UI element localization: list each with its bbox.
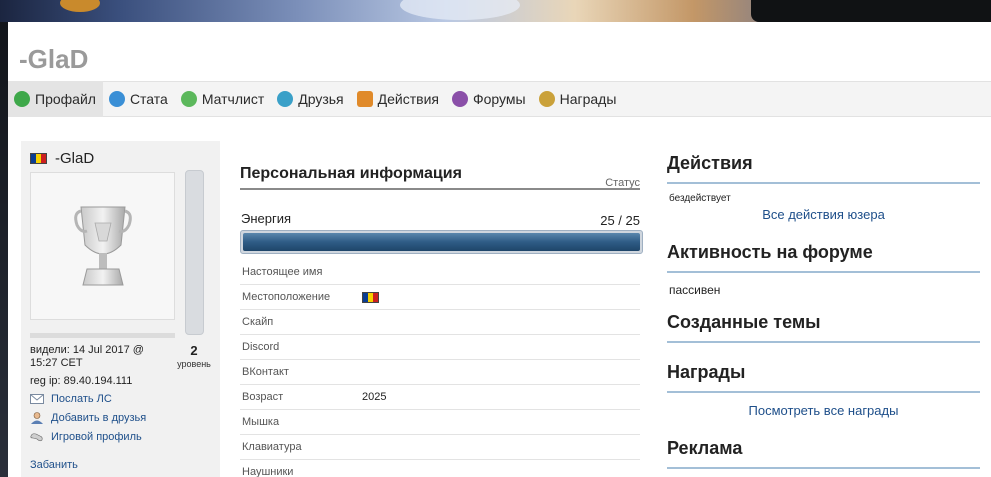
info-row-headphones: Наушники	[240, 460, 640, 477]
profile-icon	[14, 91, 30, 107]
tab-label: Профайл	[35, 91, 96, 107]
energy-bar-fill	[243, 233, 640, 251]
all-actions-link[interactable]: Все действия юзера	[667, 207, 980, 222]
last-seen: видели: 14 Jul 2017 @ 15:27 CET	[30, 344, 144, 369]
tab-actions[interactable]: Действия	[351, 81, 446, 117]
avatar-divider	[30, 333, 175, 338]
tab-label: Форумы	[472, 91, 526, 107]
page-title: -GlaD	[19, 44, 89, 74]
link-label: Добавить в друзья	[51, 412, 147, 424]
user-panel: -GlaD видели: 14 Jul 2017 @ 15:27 CET 2 …	[21, 141, 220, 477]
actions-section: Действия	[667, 153, 980, 184]
energy-value: 25 / 25	[600, 213, 640, 228]
stats-icon	[108, 91, 125, 107]
energy-bar	[240, 230, 643, 254]
info-key: Местоположение	[242, 291, 331, 303]
section-divider	[667, 341, 980, 343]
energy-label: Энергия	[241, 211, 292, 226]
info-row-keyboard: Клавиатура	[240, 435, 640, 460]
flag-icon	[362, 291, 379, 303]
info-row-discord: Discord	[240, 335, 640, 360]
section-title: Реклама	[667, 438, 743, 458]
info-row-real-name: Настоящее имя	[240, 260, 640, 285]
info-key: Возраст	[242, 391, 284, 403]
banner-art	[60, 0, 100, 12]
add-friend-link[interactable]: Добавить в друзья	[30, 412, 146, 424]
info-value: 2025	[362, 391, 387, 403]
friends-icon	[277, 91, 294, 107]
link-label: Послать ЛС	[51, 393, 112, 405]
ban-link[interactable]: Забанить	[30, 459, 78, 471]
section-title: Созданные темы	[667, 312, 821, 332]
forums-icon	[451, 91, 468, 107]
created-topics-section: Созданные темы	[667, 312, 980, 343]
section-divider	[240, 188, 640, 190]
reg-ip: reg ip: 89.40.194.111	[30, 375, 133, 387]
top-banner	[0, 0, 991, 22]
all-awards-link[interactable]: Посмотреть все награды	[667, 403, 980, 418]
matchlist-icon	[180, 91, 197, 107]
tab-forums[interactable]: Форумы	[446, 81, 533, 117]
gamepad-icon	[30, 433, 43, 442]
level-label: уровень	[177, 359, 211, 369]
tab-label: Матчлист	[201, 91, 265, 107]
info-row-location: Местоположение	[240, 285, 640, 310]
info-row-vkontakte: ВКонтакт	[240, 360, 640, 385]
tab-label: Действия	[377, 91, 439, 107]
info-value	[362, 291, 379, 303]
link-label: Игровой профиль	[51, 431, 142, 443]
tab-label: Друзья	[298, 91, 344, 107]
info-key: Настоящее имя	[242, 266, 323, 278]
tab-matchlist[interactable]: Матчлист	[175, 81, 271, 117]
user-name-row: -GlaD	[30, 150, 94, 167]
forum-activity-section: Активность на форуме	[667, 242, 980, 273]
section-divider	[667, 467, 980, 469]
awards-icon	[538, 91, 555, 107]
info-key: Скайп	[242, 316, 274, 328]
game-profile-link[interactable]: Игровой профиль	[30, 431, 142, 443]
info-key: Мышка	[242, 416, 280, 428]
left-edge-art	[0, 22, 8, 477]
level-number: 2	[190, 343, 198, 358]
section-divider	[667, 182, 980, 184]
tab-label: Стата	[129, 91, 168, 107]
section-divider	[667, 271, 980, 273]
info-row-skype: Скайп	[240, 310, 640, 335]
tab-label: Награды	[559, 91, 617, 107]
section-title: Награды	[667, 362, 746, 382]
personal-info-title: Персональная информация	[240, 165, 462, 182]
banner-art	[400, 0, 520, 20]
user-name: -GlaD	[55, 150, 95, 167]
flag-icon	[30, 153, 47, 164]
actions-icon	[356, 91, 373, 107]
ads-section: Реклама	[667, 438, 980, 469]
section-title: Активность на форуме	[667, 242, 873, 262]
envelope-icon	[30, 394, 44, 404]
info-key: Клавиатура	[242, 441, 302, 453]
info-key: ВКонтакт	[242, 366, 289, 378]
info-row-age: Возраст 2025	[240, 385, 640, 410]
level-progress	[185, 170, 204, 335]
avatar[interactable]	[30, 172, 175, 320]
send-message-link[interactable]: Послать ЛС	[30, 393, 112, 405]
tab-friends[interactable]: Друзья	[271, 81, 350, 117]
awards-section: Награды	[667, 362, 980, 393]
section-divider	[667, 391, 980, 393]
add-user-icon	[31, 412, 43, 424]
info-key: Discord	[242, 341, 280, 353]
trophy-icon	[73, 206, 132, 286]
tab-stats[interactable]: Стата	[103, 81, 175, 117]
banner-corner	[751, 0, 991, 22]
info-key: Наушники	[242, 466, 294, 477]
tab-awards[interactable]: Награды	[533, 81, 624, 117]
info-row-mouse: Мышка	[240, 410, 640, 435]
tab-profile[interactable]: Профайл	[8, 81, 103, 117]
profile-nav: Профайл Стата Матчлист Друзья Действия Ф…	[8, 81, 991, 117]
info-table: Настоящее имя Местоположение Скайп Disco…	[240, 260, 640, 477]
section-title: Действия	[667, 153, 753, 173]
forum-activity-status: пассивен	[669, 283, 721, 297]
actions-status: бездействует	[669, 193, 731, 204]
